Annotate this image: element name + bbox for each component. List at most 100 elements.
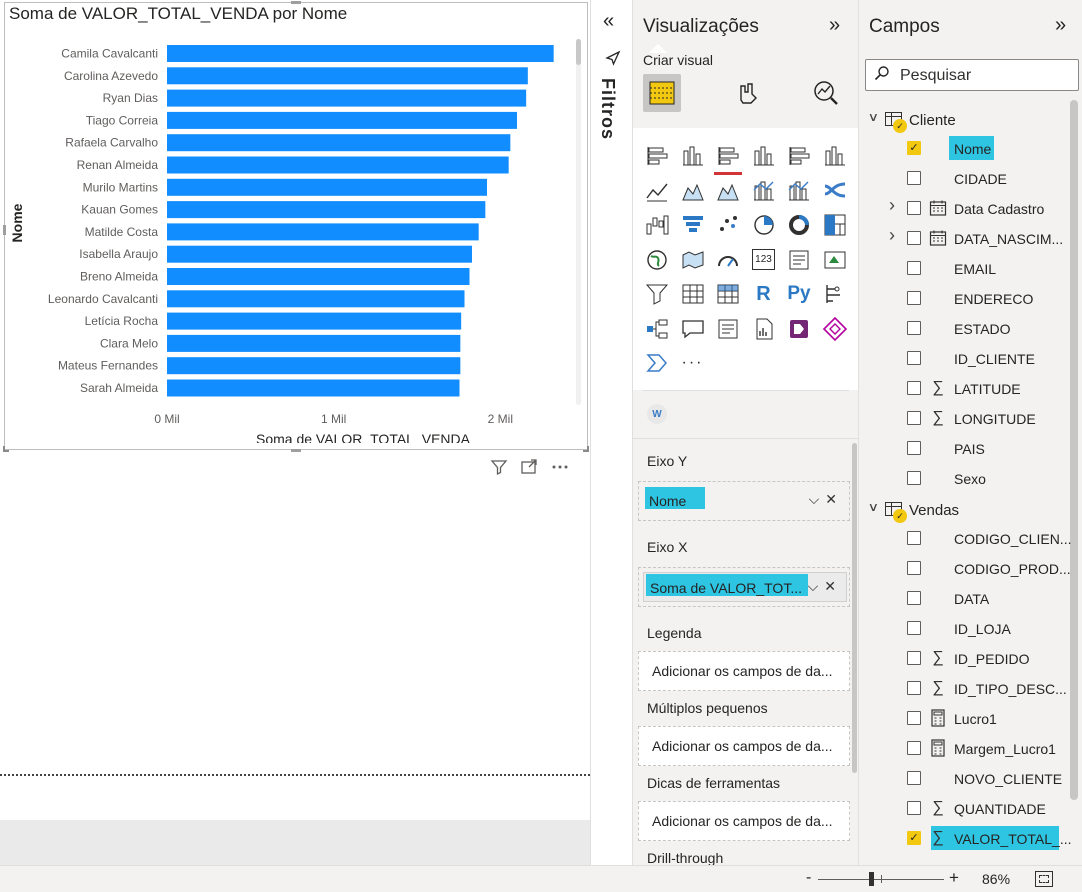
resize-handle-top-left[interactable] bbox=[3, 1, 9, 7]
remove-field-icon[interactable]: ✕ bbox=[825, 491, 843, 507]
resize-handle-top[interactable] bbox=[291, 1, 301, 4]
well-tooltips[interactable]: Adicionar os campos de da... bbox=[638, 801, 850, 841]
stacked-bar-icon[interactable] bbox=[642, 141, 672, 171]
resize-handle-bottom-right[interactable] bbox=[583, 446, 589, 452]
bar-chart[interactable]: Camila Cavalcanti Carolina Azevedo Ryan Di… bbox=[5, 3, 573, 443]
field-item[interactable]: › Data Cadastro bbox=[859, 193, 1071, 223]
bar[interactable] bbox=[167, 245, 472, 263]
stacked-column-icon[interactable] bbox=[678, 141, 708, 171]
fields-search-input[interactable]: Pesquisar bbox=[865, 59, 1079, 91]
filter-icon[interactable] bbox=[490, 458, 508, 482]
field-checkbox[interactable] bbox=[907, 381, 921, 395]
scatter-icon[interactable] bbox=[713, 210, 743, 240]
bar[interactable] bbox=[167, 312, 462, 330]
field-checkbox[interactable] bbox=[907, 621, 921, 635]
field-item[interactable]: ∑ LONGITUDE bbox=[859, 403, 1071, 433]
collapse-visualizations-icon[interactable]: » bbox=[829, 14, 840, 37]
bar[interactable] bbox=[167, 334, 461, 352]
field-checkbox[interactable] bbox=[907, 261, 921, 275]
field-item[interactable]: ID_LOJA bbox=[859, 613, 1071, 643]
remove-field-icon[interactable]: ✕ bbox=[824, 578, 842, 594]
line-clustered-column-icon[interactable] bbox=[749, 176, 779, 206]
report-canvas[interactable]: Soma de VALOR_TOTAL_VENDA por Nome Camil… bbox=[0, 0, 590, 865]
chevron-right-icon[interactable]: › bbox=[889, 195, 895, 216]
card-icon[interactable]: 123 bbox=[749, 245, 779, 275]
ribbon-icon[interactable] bbox=[820, 176, 850, 206]
field-checkbox[interactable] bbox=[907, 531, 921, 545]
line-stacked-column-icon[interactable] bbox=[784, 176, 814, 206]
field-item[interactable]: PAIS bbox=[859, 433, 1071, 463]
field-item[interactable]: CIDADE bbox=[859, 163, 1071, 193]
more-icon[interactable]: ··· bbox=[678, 348, 708, 378]
area-icon[interactable] bbox=[678, 176, 708, 206]
format-visual-tab[interactable] bbox=[729, 74, 767, 112]
resize-handle-left[interactable] bbox=[3, 225, 6, 235]
fields-scrollbar[interactable] bbox=[1070, 100, 1078, 800]
zoom-level[interactable]: 86% bbox=[982, 871, 1010, 887]
field-checkbox[interactable] bbox=[907, 801, 921, 815]
field-item[interactable]: ∑ ID_TIPO_DESC... bbox=[859, 673, 1071, 703]
bar[interactable] bbox=[167, 268, 470, 285]
well-legend[interactable]: Adicionar os campos de da... bbox=[638, 651, 850, 691]
chevron-down-icon[interactable]: ∨ bbox=[868, 110, 879, 124]
100-stacked-column-icon[interactable] bbox=[820, 141, 850, 171]
power-automate-icon[interactable] bbox=[820, 314, 850, 344]
chevron-right-icon[interactable]: › bbox=[889, 225, 895, 246]
field-checkbox[interactable] bbox=[907, 471, 921, 485]
field-item[interactable]: ENDERECO bbox=[859, 283, 1071, 313]
field-checkbox[interactable] bbox=[907, 711, 921, 725]
filled-map-icon[interactable] bbox=[678, 245, 708, 275]
field-item[interactable]: EMAIL bbox=[859, 253, 1071, 283]
paginated-report-icon[interactable] bbox=[749, 314, 779, 344]
gauge-icon[interactable] bbox=[713, 245, 743, 275]
field-checkbox[interactable] bbox=[907, 411, 921, 425]
page-tabs-bar[interactable] bbox=[0, 820, 590, 865]
slicer-icon[interactable] bbox=[642, 279, 672, 309]
field-checkbox[interactable] bbox=[907, 741, 921, 755]
clustered-bar-icon[interactable] bbox=[713, 141, 743, 175]
bar[interactable] bbox=[167, 45, 554, 62]
visual-scrollbar[interactable] bbox=[576, 39, 581, 405]
collapse-fields-icon[interactable]: » bbox=[1055, 14, 1066, 37]
field-checkbox[interactable]: ✓ bbox=[907, 141, 921, 155]
focus-mode-icon[interactable] bbox=[520, 458, 538, 482]
more-options-icon[interactable] bbox=[550, 458, 570, 482]
chevron-down-icon[interactable]: ⌵ bbox=[808, 578, 825, 594]
field-item[interactable]: ∑ LATITUDE bbox=[859, 373, 1071, 403]
field-checkbox[interactable] bbox=[907, 681, 921, 695]
field-checkbox[interactable] bbox=[907, 771, 921, 785]
key-influencers-icon[interactable] bbox=[820, 279, 850, 309]
bar[interactable] bbox=[167, 223, 479, 241]
fit-to-page-icon[interactable] bbox=[1035, 871, 1053, 887]
field-item[interactable]: CODIGO_CLIEN... bbox=[859, 523, 1071, 553]
field-item[interactable]: Lucro1 bbox=[859, 703, 1071, 733]
chevron-visual-icon[interactable] bbox=[642, 348, 672, 378]
expand-filters-icon[interactable]: « bbox=[603, 10, 614, 33]
bar[interactable] bbox=[167, 156, 509, 174]
field-checkbox[interactable] bbox=[907, 441, 921, 455]
chevron-down-icon[interactable]: ∨ bbox=[868, 500, 879, 514]
funnel-icon[interactable] bbox=[678, 210, 708, 240]
stacked-area-icon[interactable] bbox=[713, 176, 743, 206]
field-checkbox[interactable] bbox=[907, 321, 921, 335]
clustered-column-icon[interactable] bbox=[749, 141, 779, 171]
r-visual-icon[interactable]: R bbox=[749, 279, 779, 309]
bar[interactable] bbox=[167, 134, 511, 152]
resize-handle-bottom-left[interactable] bbox=[3, 446, 9, 452]
well-x-axis[interactable]: Soma de VALOR_TOT... ⌵✕ bbox=[638, 567, 850, 607]
field-item[interactable]: Sexo bbox=[859, 463, 1071, 493]
x-axis-field-pill[interactable]: Soma de VALOR_TOT... ⌵✕ bbox=[643, 572, 847, 602]
visual-scrollbar-thumb[interactable] bbox=[576, 39, 581, 65]
wells-scrollbar[interactable] bbox=[852, 443, 857, 773]
python-visual-icon[interactable]: Py bbox=[784, 279, 814, 309]
field-item[interactable]: ∑ QUANTIDADE bbox=[859, 793, 1071, 823]
waterfall-icon[interactable] bbox=[642, 210, 672, 240]
field-item[interactable]: Margem_Lucro1 bbox=[859, 733, 1071, 763]
bar[interactable] bbox=[167, 89, 527, 107]
matrix-icon[interactable] bbox=[713, 279, 743, 309]
qa-icon[interactable] bbox=[678, 314, 708, 344]
field-checkbox[interactable] bbox=[907, 591, 921, 605]
field-checkbox[interactable] bbox=[907, 231, 921, 245]
field-item[interactable]: NOVO_CLIENTE bbox=[859, 763, 1071, 793]
field-checkbox[interactable] bbox=[907, 201, 921, 215]
